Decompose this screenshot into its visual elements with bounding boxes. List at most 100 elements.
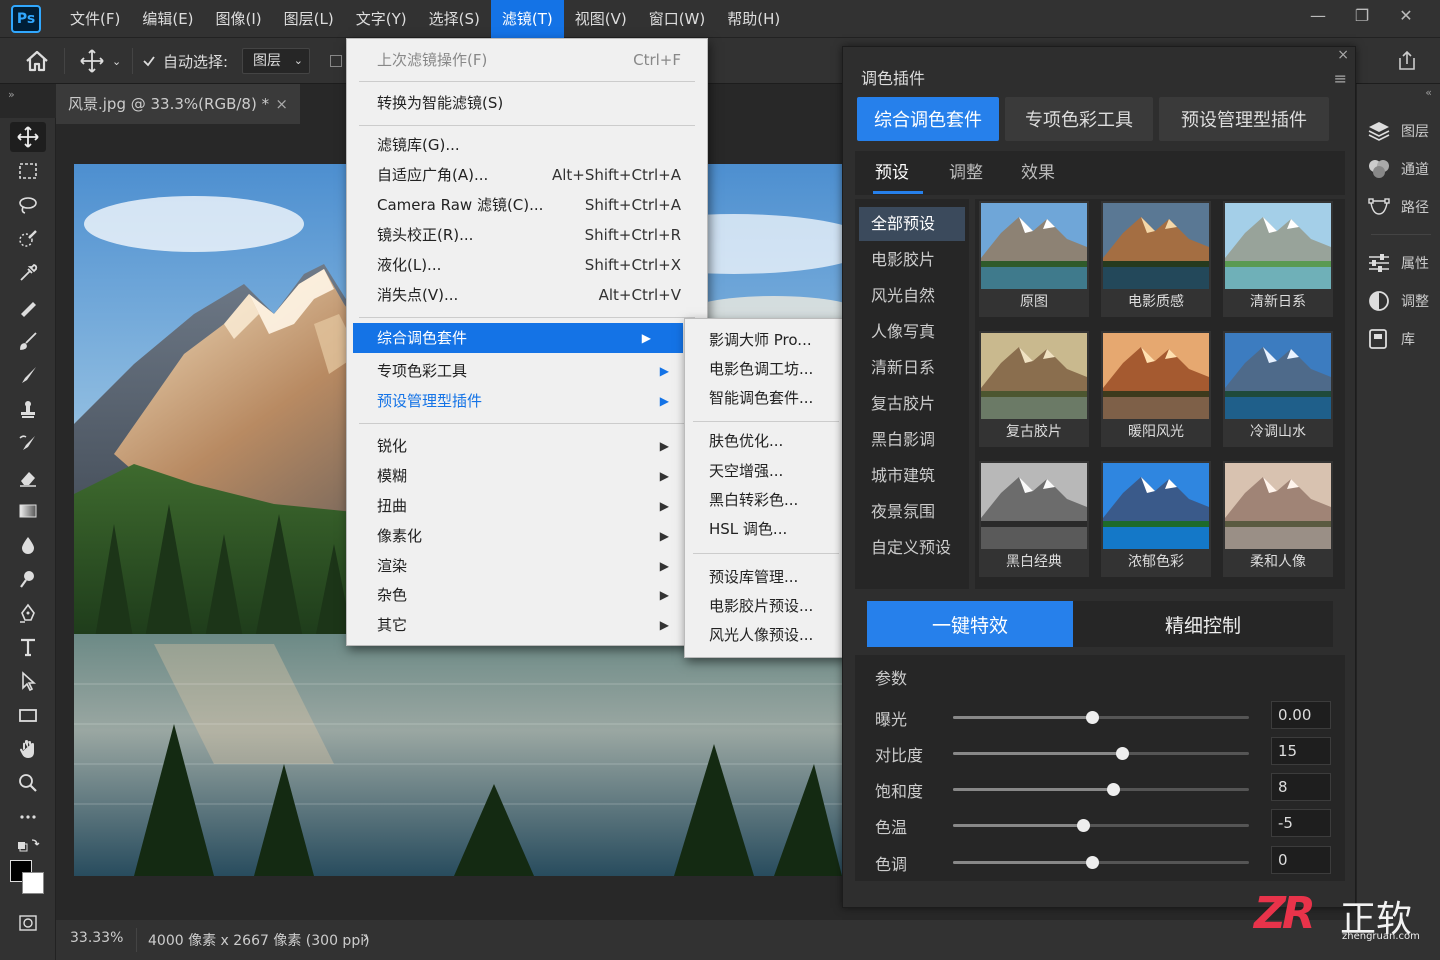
subtab-effects[interactable]: 效果 <box>1021 151 1055 195</box>
one-click-effect-button[interactable]: 一键特效 <box>867 601 1073 647</box>
eraser-tool-icon[interactable] <box>10 462 46 492</box>
menu-image[interactable]: 图像(I) <box>205 0 273 38</box>
preset-thumb-vivid[interactable]: 浓郁色彩 <box>1101 461 1211 577</box>
param-slider-handle[interactable] <box>1086 711 1100 724</box>
collapse-dock-icon[interactable]: « <box>1425 86 1432 99</box>
menu-item-sharpen[interactable]: 锐化 ▶ <box>347 431 707 461</box>
category-all[interactable]: 全部预设 <box>859 207 965 241</box>
healing-brush-tool-icon[interactable] <box>10 292 46 322</box>
preset-thumb-fresh-japanese[interactable]: 清新日系 <box>1223 201 1333 317</box>
param-value-input[interactable]: 15 <box>1271 737 1331 765</box>
dock-adjustments[interactable]: 调整 <box>1367 284 1437 318</box>
brush-tool-icon[interactable] <box>10 326 46 356</box>
brush-alt-tool-icon[interactable] <box>10 360 46 390</box>
zoom-tool-icon[interactable] <box>10 768 46 798</box>
tab-color-tools[interactable]: 专项色彩工具 <box>1005 97 1153 141</box>
menu-item-filter-gallery[interactable]: 滤镜库(G)... <box>347 130 707 160</box>
param-slider[interactable] <box>953 856 1249 869</box>
param-slider[interactable] <box>953 711 1249 724</box>
document-tab[interactable]: 风景.jpg @ 33.3%(RGB/8) * × <box>56 84 300 124</box>
restore-button[interactable]: ❐ <box>1340 0 1384 30</box>
preset-thumb-original[interactable]: 原图 <box>979 201 1089 317</box>
category-fresh-japanese[interactable]: 清新日系 <box>859 351 965 385</box>
pen-tool-icon[interactable] <box>10 598 46 628</box>
param-slider-handle[interactable] <box>1106 783 1120 796</box>
menu-item-blur[interactable]: 模糊 ▶ <box>347 461 707 491</box>
menu-item-render[interactable]: 渲染 ▶ <box>347 551 707 581</box>
panel-menu-icon[interactable]: ≡ <box>1334 69 1347 88</box>
menu-filter[interactable]: 滤镜(T) <box>490 0 564 38</box>
preset-thumb-warm-sun[interactable]: 暖阳风光 <box>1101 331 1211 447</box>
submenu-item-landscape-portrait-presets[interactable]: 风光人像预设... <box>685 620 845 650</box>
param-slider[interactable] <box>953 819 1249 832</box>
submenu-item-film-presets[interactable]: 电影胶片预设... <box>685 591 845 621</box>
transform-controls-checkbox[interactable] <box>330 38 342 84</box>
menu-item-other[interactable]: 其它 ▶ <box>347 610 707 640</box>
submenu-item-hsl[interactable]: HSL 调色... <box>685 514 845 544</box>
menu-file[interactable]: 文件(F) <box>59 0 131 38</box>
hand-tool-icon[interactable] <box>10 734 46 764</box>
menu-item-noise[interactable]: 杂色 ▶ <box>347 580 707 610</box>
zoom-level[interactable]: 33.33% <box>70 930 123 946</box>
param-value-input[interactable]: 8 <box>1271 773 1331 801</box>
dock-properties[interactable]: 属性 <box>1367 246 1437 280</box>
param-slider-handle[interactable] <box>1077 819 1091 832</box>
param-value-input[interactable]: 0 <box>1271 846 1331 874</box>
category-retro-film[interactable]: 复古胶片 <box>859 387 965 421</box>
dock-layers[interactable]: 图层 <box>1367 114 1437 148</box>
subtab-adjust[interactable]: 调整 <box>949 151 983 195</box>
gradient-tool-icon[interactable] <box>10 496 46 526</box>
tool-preset-chevron-icon[interactable]: ⌄ <box>112 38 121 84</box>
swap-colors-icon[interactable] <box>10 830 46 860</box>
param-slider[interactable] <box>953 747 1249 760</box>
subtab-presets[interactable]: 预设 <box>875 151 909 195</box>
clone-stamp-tool-icon[interactable] <box>10 394 46 424</box>
submenu-item-tone-master[interactable]: 影调大师 Pro... <box>685 325 845 355</box>
menu-item-liquify[interactable]: 液化(L)... Shift+Ctrl+X <box>347 250 707 280</box>
menu-item-color-tools[interactable]: 专项色彩工具 ▶ <box>347 356 707 386</box>
category-landscape[interactable]: 风光自然 <box>859 279 965 313</box>
marquee-tool-icon[interactable] <box>10 156 46 186</box>
rectangle-tool-icon[interactable] <box>10 700 46 730</box>
param-slider[interactable] <box>953 783 1249 796</box>
preset-thumb-cool-landscape[interactable]: 冷调山水 <box>1223 331 1333 447</box>
preset-thumb-retro-film[interactable]: 复古胶片 <box>979 331 1089 447</box>
move-tool-icon[interactable] <box>10 122 46 152</box>
dodge-tool-icon[interactable] <box>10 564 46 594</box>
category-urban[interactable]: 城市建筑 <box>859 459 965 493</box>
param-slider-handle[interactable] <box>1115 747 1129 760</box>
submenu-item-cinema-color[interactable]: 电影色调工坊... <box>685 354 845 384</box>
menu-item-color-grading-suite[interactable]: 综合调色套件 ▶ <box>353 323 683 353</box>
menu-window[interactable]: 窗口(W) <box>638 0 717 38</box>
auto-select-checkbox[interactable] <box>142 38 156 84</box>
menu-type[interactable]: 文字(Y) <box>345 0 418 38</box>
home-icon[interactable] <box>24 38 50 84</box>
tab-color-grading-suite[interactable]: 综合调色套件 <box>857 97 999 141</box>
submenu-item-sky-enhance[interactable]: 天空增强... <box>685 456 845 486</box>
preset-thumb-soft-portrait[interactable]: 柔和人像 <box>1223 461 1333 577</box>
tab-preset-manager[interactable]: 预设管理型插件 <box>1159 97 1329 141</box>
menu-item-convert-smart-filter[interactable]: 转换为智能滤镜(S) <box>347 88 707 118</box>
category-custom[interactable]: 自定义预设 <box>859 531 965 565</box>
share-icon[interactable] <box>1396 38 1418 84</box>
menu-item-camera-raw[interactable]: Camera Raw 滤镜(C)... Shift+Ctrl+A <box>347 190 707 220</box>
submenu-item-smart-grading[interactable]: 智能调色套件... <box>685 383 845 413</box>
category-black-white[interactable]: 黑白影调 <box>859 423 965 457</box>
move-tool-icon[interactable] <box>78 38 106 84</box>
close-window-button[interactable]: ✕ <box>1384 0 1428 30</box>
minimize-button[interactable]: — <box>1296 0 1340 30</box>
blur-tool-icon[interactable] <box>10 530 46 560</box>
submenu-item-skin-tone[interactable]: 肤色优化... <box>685 426 845 456</box>
menu-item-vanishing-point[interactable]: 消失点(V)... Alt+Ctrl+V <box>347 280 707 310</box>
status-info-arrow-icon[interactable]: › <box>362 927 369 948</box>
expand-toolbar-icon[interactable]: » <box>8 88 15 101</box>
dock-libraries[interactable]: 库 <box>1367 322 1437 356</box>
preset-thumb-classic-bw[interactable]: 黑白经典 <box>979 461 1089 577</box>
preset-thumb-cinematic[interactable]: 电影质感 <box>1101 201 1211 317</box>
submenu-item-preset-library[interactable]: 预设库管理... <box>685 562 845 592</box>
menu-item-pixelate[interactable]: 像素化 ▶ <box>347 521 707 551</box>
dock-paths[interactable]: 路径 <box>1367 190 1437 224</box>
close-tab-icon[interactable]: × <box>275 84 288 124</box>
menu-item-distort[interactable]: 扭曲 ▶ <box>347 491 707 521</box>
menu-item-preset-manager-plugin[interactable]: 预设管理型插件 ▶ <box>347 386 707 416</box>
